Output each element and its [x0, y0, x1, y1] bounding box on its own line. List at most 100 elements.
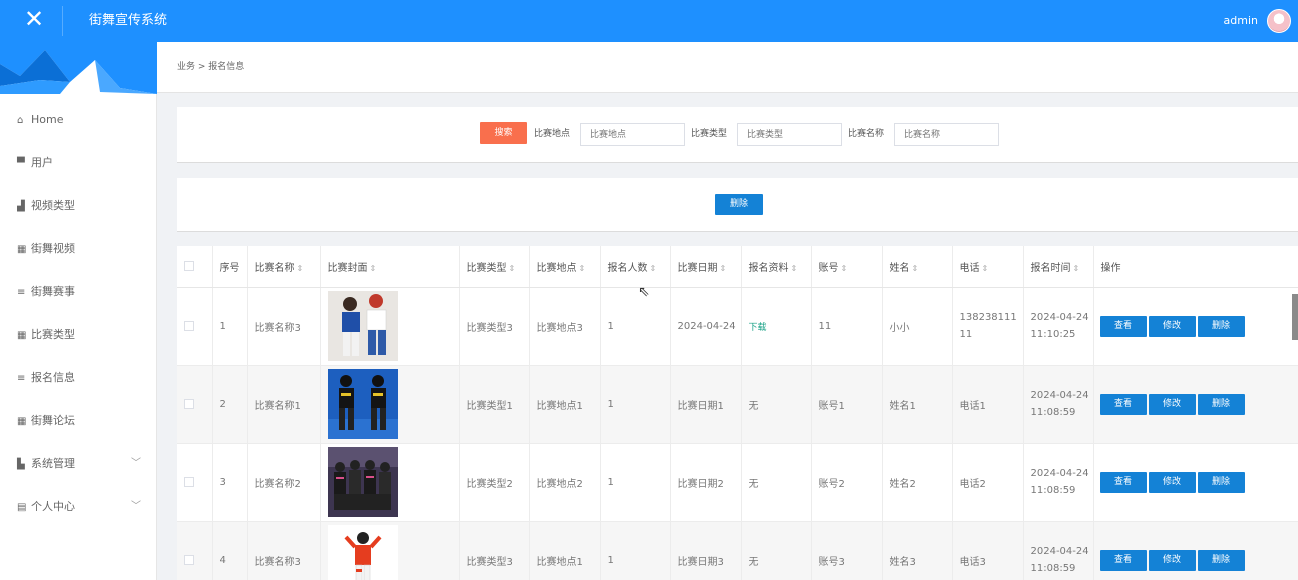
- type-input[interactable]: [737, 123, 842, 146]
- sort-icon[interactable]: ⇕: [982, 264, 989, 273]
- delete-button[interactable]: 删除: [1197, 315, 1245, 337]
- edit-button[interactable]: 修改: [1148, 471, 1196, 493]
- table-header-row: 序号 比赛名称 ⇕ 比赛封面 ⇕ 比赛类型 ⇕ 比赛地点 ⇕ 报名人数 ⇕ 比赛日期 ⇕ 报…: [177, 246, 1298, 288]
- cell-person: 姓名1: [882, 365, 953, 444]
- username-label[interactable]: admin: [1224, 15, 1258, 27]
- row-checkbox[interactable]: [184, 476, 194, 487]
- column-header-label: 账号: [818, 262, 839, 274]
- top-navbar: ✕ 街舞宣传系统 admin: [0, 0, 1298, 42]
- cell-time: 2024-04-24 11:08:59: [1023, 521, 1094, 580]
- phone-line: 11: [959, 329, 973, 340]
- col-header-date[interactable]: 比赛日期 ⇕: [670, 246, 742, 288]
- sidebar-item-dance-events[interactable]: ≡ 街舞赛事: [0, 270, 157, 313]
- cell-count: 1: [600, 287, 671, 366]
- col-header-account[interactable]: 账号 ⇕: [811, 246, 883, 288]
- cell-type: 比赛类型3: [459, 521, 530, 580]
- place-label: 比赛地点: [534, 129, 571, 139]
- cell-person: 小小: [882, 287, 953, 366]
- sort-icon[interactable]: ⇕: [650, 264, 657, 273]
- sidebar-item-forum[interactable]: ▦ 街舞论坛: [0, 399, 157, 442]
- cell-phone: 电话1: [952, 365, 1024, 444]
- col-header-no: 序号: [212, 246, 248, 288]
- view-button[interactable]: 查看: [1099, 393, 1147, 415]
- column-header-label: 报名时间: [1030, 262, 1071, 274]
- sort-icon[interactable]: ⇕: [791, 264, 798, 273]
- batch-delete-button[interactable]: 删除: [715, 194, 763, 215]
- sort-icon[interactable]: ⇕: [509, 264, 516, 273]
- breadcrumb: 业务 > 报名信息: [157, 42, 1298, 93]
- place-input[interactable]: [580, 123, 685, 146]
- name-input[interactable]: [894, 123, 999, 146]
- cover-image: [327, 291, 398, 361]
- sidebar-item-registration[interactable]: ≡ 报名信息: [0, 356, 157, 399]
- table-row: 4 比赛名称3 比赛类型3 比赛地点1 1 比赛日期3 无 账号3 姓名3 电话…: [177, 521, 1298, 580]
- col-header-time[interactable]: 报名时间 ⇕: [1023, 246, 1094, 288]
- col-header-person[interactable]: 姓名 ⇕: [882, 246, 953, 288]
- sidebar-item-profile[interactable]: ▤ 个人中心 ﹀: [0, 485, 157, 528]
- time-clock: 11:08:59: [1030, 485, 1076, 496]
- sidebar-item-home[interactable]: ⌂ Home: [0, 98, 157, 141]
- avatar[interactable]: [1267, 9, 1291, 33]
- sidebar-item-video-type[interactable]: ▟ 视频类型: [0, 184, 157, 227]
- sort-icon[interactable]: ⇕: [841, 264, 848, 273]
- vertical-scrollbar[interactable]: [1292, 294, 1298, 340]
- sort-icon[interactable]: ⇕: [912, 264, 919, 273]
- cell-place: 比赛地点1: [529, 521, 601, 580]
- col-header-ops: 操作: [1093, 246, 1298, 288]
- view-button[interactable]: 查看: [1099, 471, 1147, 493]
- sidebar-item-label: 街舞论坛: [31, 414, 75, 427]
- cell-account: 11: [811, 287, 883, 366]
- close-icon[interactable]: ✕: [22, 7, 46, 31]
- col-header-phone[interactable]: 电话 ⇕: [952, 246, 1024, 288]
- cell-type: 比赛类型1: [459, 365, 530, 444]
- column-header-label: 报名人数: [607, 262, 648, 274]
- view-button[interactable]: 查看: [1099, 315, 1147, 337]
- row-checkbox[interactable]: [184, 554, 194, 565]
- delete-button[interactable]: 删除: [1197, 471, 1245, 493]
- delete-button[interactable]: 删除: [1197, 549, 1245, 571]
- edit-button[interactable]: 修改: [1148, 393, 1196, 415]
- grid-icon: ▦: [17, 330, 27, 341]
- row-select-cell: [177, 365, 213, 444]
- sort-icon[interactable]: ⇕: [1073, 264, 1080, 273]
- sidebar-item-match-type[interactable]: ▦ 比赛类型: [0, 313, 157, 356]
- col-header-name[interactable]: 比赛名称 ⇕: [247, 246, 321, 288]
- sidebar-item-dance-video[interactable]: ▦ 街舞视频: [0, 227, 157, 270]
- download-link[interactable]: 下载: [749, 323, 767, 333]
- select-all-checkbox[interactable]: [184, 260, 194, 271]
- row-checkbox[interactable]: [184, 398, 194, 409]
- phone-line: 138238111: [959, 312, 1017, 323]
- cell-cover: [320, 521, 460, 580]
- col-header-place[interactable]: 比赛地点 ⇕: [529, 246, 601, 288]
- row-checkbox[interactable]: [184, 320, 194, 331]
- view-button[interactable]: 查看: [1099, 549, 1147, 571]
- edit-button[interactable]: 修改: [1148, 315, 1196, 337]
- sidebar-item-users[interactable]: ▀ 用户: [0, 141, 157, 184]
- cell-ops: 查看 修改 删除: [1093, 443, 1298, 522]
- cell-count: 1: [600, 365, 671, 444]
- edit-button[interactable]: 修改: [1148, 549, 1196, 571]
- col-header-type[interactable]: 比赛类型 ⇕: [459, 246, 530, 288]
- cell-count: 1: [600, 521, 671, 580]
- sort-icon[interactable]: ⇕: [297, 264, 304, 273]
- col-header-material[interactable]: 报名资料 ⇕: [741, 246, 812, 288]
- cell-date: 2024-04-24: [670, 287, 742, 366]
- cell-no: 3: [212, 443, 248, 522]
- row-select-cell: [177, 521, 213, 580]
- col-header-cover[interactable]: 比赛封面 ⇕: [320, 246, 460, 288]
- sort-icon[interactable]: ⇕: [720, 264, 727, 273]
- grid-icon: ▦: [17, 416, 27, 427]
- chevron-down-icon: ﹀: [131, 501, 141, 512]
- sidebar-item-system[interactable]: ▙ 系统管理 ﹀: [0, 442, 157, 485]
- search-button[interactable]: 搜索: [480, 122, 527, 144]
- time-clock: 11:08:59: [1030, 563, 1076, 574]
- sort-icon[interactable]: ⇕: [370, 264, 377, 273]
- col-header-count[interactable]: 报名人数 ⇕: [600, 246, 671, 288]
- delete-button[interactable]: 删除: [1197, 393, 1245, 415]
- time-date: 2024-04-24: [1030, 468, 1089, 479]
- cell-date: 比赛日期1: [670, 365, 742, 444]
- cover-image: [327, 447, 398, 517]
- sort-icon[interactable]: ⇕: [579, 264, 586, 273]
- cell-cover: [320, 365, 460, 444]
- cell-ops: 查看 修改 删除: [1093, 521, 1298, 580]
